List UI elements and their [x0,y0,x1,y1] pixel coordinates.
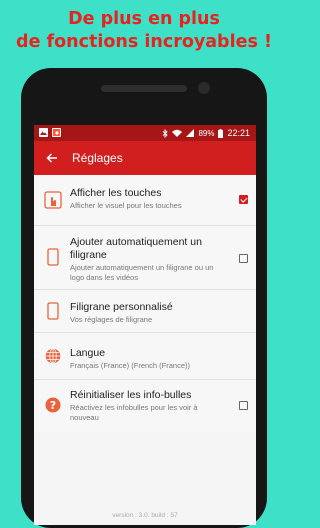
battery-percent: 89% [198,128,215,138]
setting-title: Afficher les touches [70,187,162,199]
page-title: Réglages [72,151,123,165]
bluetooth-icon [163,128,169,138]
show-touches-checkbox[interactable] [239,195,248,204]
setting-subtitle: Réactivez les infobulles pour les voir à… [70,403,198,422]
phone-speaker [101,85,187,92]
reset-tooltips-checkbox[interactable] [239,401,248,410]
signal-icon [186,129,195,137]
setting-title: Filigrane personnalisé [70,301,173,313]
phone-icon [47,302,59,320]
setting-auto-watermark[interactable]: Ajouter automatiquement un filigrane Ajo… [34,226,256,290]
setting-show-touches[interactable]: Afficher les touches Afficher le visuel … [34,175,256,226]
status-bar: 89% 22:21 [34,125,256,141]
setting-subtitle: Ajouter automatiquement un filigrane ou … [70,263,214,282]
setting-reset-tooltips[interactable]: ? Réinitialiser les info-bulles Réactive… [34,380,256,432]
wifi-icon [172,129,183,137]
setting-title: Ajouter automatiquement un filigrane [70,236,202,261]
touch-icon [44,191,62,209]
gallery-notification-icon [39,128,48,137]
setting-subtitle: Afficher le visuel pour les touches [70,201,182,210]
phone-camera [198,82,210,94]
clock: 22:21 [227,128,250,138]
phone-icon [47,248,59,266]
promo-line-2: de fonctions incroyables ! [16,32,272,52]
setting-subtitle: Vos réglages de filigrane [70,315,153,324]
setting-custom-watermark[interactable]: Filigrane personnalisé Vos réglages de f… [34,290,256,333]
back-button[interactable] [34,150,68,167]
app-bar: Réglages [34,141,256,175]
promo-line-1: De plus en plus [68,9,220,29]
setting-subtitle: Français (France) (French (France)) [70,361,191,370]
record-notification-icon [52,128,61,137]
promo-banner: De plus en plus de fonctions incroyables… [0,8,288,54]
back-arrow-icon [45,152,57,163]
settings-list: Afficher les touches Afficher le visuel … [34,175,256,432]
help-icon: ? [45,397,61,413]
setting-language[interactable]: Langue Français (France) (French (France… [34,333,256,380]
setting-title: Langue [70,347,106,359]
auto-watermark-checkbox[interactable] [239,254,248,263]
svg-text:?: ? [50,399,56,412]
setting-title: Réinitialiser les info-bulles [70,389,192,401]
battery-icon [218,128,224,138]
phone-screen: 89% 22:21 Réglages Afficher les touches … [34,125,256,525]
version-label: version : 3.0. build : 57 [112,512,178,519]
globe-icon [45,348,61,364]
